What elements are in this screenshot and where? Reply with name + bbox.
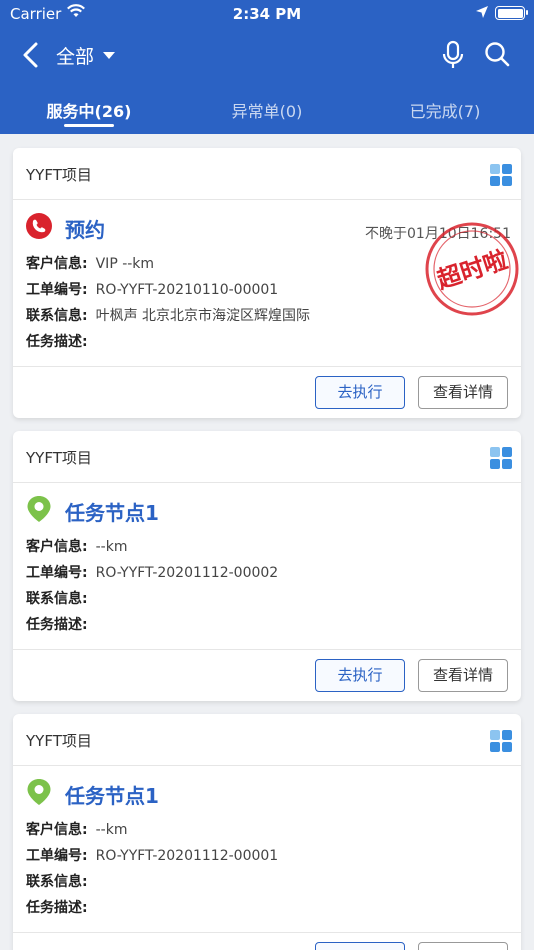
search-icon[interactable] bbox=[483, 40, 511, 70]
card-actions: 去执行 查看详情 bbox=[13, 366, 521, 418]
customer-info-row: 客户信息: --km bbox=[26, 819, 127, 839]
work-order-card[interactable]: YYFT项目 预约 不晚于01月10日16:51 超时啦 客户信息: VIP --… bbox=[13, 148, 521, 418]
card-actions: 去执行 查看详情 bbox=[13, 932, 521, 950]
caret-down-icon bbox=[103, 51, 116, 59]
tab-label: 异常单(0) bbox=[231, 102, 303, 121]
field-label: 客户信息: bbox=[26, 539, 88, 555]
customer-info: --km bbox=[95, 539, 128, 555]
description-row: 任务描述: bbox=[26, 614, 96, 634]
task-title: 任务节点1 bbox=[65, 501, 159, 525]
order-number-row: 工单编号: RO-YYFT-20210110-00001 bbox=[26, 279, 278, 299]
stamp-graphic: 超时啦 bbox=[425, 222, 519, 316]
field-label: 任务描述: bbox=[26, 617, 88, 633]
work-order-list[interactable]: YYFT项目 预约 不晚于01月10日16:51 超时啦 客户信息: VIP --… bbox=[0, 134, 534, 950]
project-name: YYFT项目 bbox=[26, 732, 92, 750]
battery-icon bbox=[495, 6, 528, 20]
field-label: 客户信息: bbox=[26, 822, 88, 838]
description-row: 任务描述: bbox=[26, 897, 96, 917]
order-number: RO-YYFT-20210110-00001 bbox=[95, 282, 279, 298]
tab-label: 已完成(7) bbox=[409, 102, 481, 121]
execute-button[interactable]: 去执行 bbox=[315, 659, 405, 692]
customer-info-row: 客户信息: --km bbox=[26, 536, 127, 556]
field-label: 联系信息: bbox=[26, 874, 88, 890]
contact-info-row: 联系信息: bbox=[26, 871, 96, 891]
view-details-button[interactable]: 查看详情 bbox=[418, 659, 508, 692]
project-name: YYFT项目 bbox=[26, 166, 92, 184]
location-pin-icon bbox=[27, 779, 51, 805]
project-name: YYFT项目 bbox=[26, 449, 92, 467]
field-label: 任务描述: bbox=[26, 334, 88, 350]
tab-completed[interactable]: 已完成(7) bbox=[356, 90, 534, 134]
contact-info: 叶枫声 北京北京市海淀区辉煌国际 bbox=[95, 308, 311, 324]
card-header: YYFT项目 bbox=[13, 714, 521, 766]
active-tab-indicator bbox=[64, 124, 114, 127]
location-pin-icon bbox=[27, 496, 51, 522]
view-details-button[interactable]: 查看详情 bbox=[418, 376, 508, 409]
order-number: RO-YYFT-20201112-00002 bbox=[95, 565, 279, 581]
task-title: 任务节点1 bbox=[65, 784, 159, 808]
field-label: 客户信息: bbox=[26, 256, 88, 272]
clock: 2:34 PM bbox=[232, 5, 302, 23]
order-number: RO-YYFT-20201112-00001 bbox=[95, 848, 279, 864]
execute-button[interactable]: 去执行 bbox=[315, 942, 405, 950]
grid-icon[interactable] bbox=[490, 447, 512, 469]
card-actions: 去执行 查看详情 bbox=[13, 649, 521, 701]
customer-info-row: 客户信息: VIP --km bbox=[26, 253, 154, 273]
tab-in-service[interactable]: 服务中(26) bbox=[0, 90, 178, 134]
status-bar: Carrier 2:34 PM bbox=[0, 0, 534, 28]
field-label: 工单编号: bbox=[26, 848, 88, 864]
overdue-stamp: 超时啦 bbox=[423, 220, 521, 318]
order-number-row: 工单编号: RO-YYFT-20201112-00001 bbox=[26, 845, 278, 865]
stamp-text: 超时啦 bbox=[434, 246, 511, 295]
back-icon[interactable] bbox=[18, 40, 46, 70]
contact-info-row: 联系信息: 叶枫声 北京北京市海淀区辉煌国际 bbox=[26, 305, 310, 325]
app-header: Carrier 2:34 PM 全部 服务中(26) 异常单(0) 已完成(7) bbox=[0, 0, 534, 134]
microphone-icon[interactable] bbox=[440, 40, 466, 70]
task-title: 预约 bbox=[65, 218, 105, 242]
field-label: 工单编号: bbox=[26, 282, 88, 298]
contact-info-row: 联系信息: bbox=[26, 588, 96, 608]
view-details-button[interactable]: 查看详情 bbox=[418, 942, 508, 950]
filter-label: 全部 bbox=[56, 46, 95, 68]
filter-dropdown[interactable]: 全部 bbox=[56, 42, 116, 69]
field-label: 联系信息: bbox=[26, 308, 88, 324]
order-number-row: 工单编号: RO-YYFT-20201112-00002 bbox=[26, 562, 278, 582]
grid-icon[interactable] bbox=[490, 730, 512, 752]
field-label: 任务描述: bbox=[26, 900, 88, 916]
status-tabs: 服务中(26) 异常单(0) 已完成(7) bbox=[0, 90, 534, 134]
phone-icon bbox=[26, 213, 52, 239]
description-row: 任务描述: bbox=[26, 331, 96, 351]
field-label: 工单编号: bbox=[26, 565, 88, 581]
execute-button[interactable]: 去执行 bbox=[315, 376, 405, 409]
card-header: YYFT项目 bbox=[13, 148, 521, 200]
location-arrow-icon bbox=[476, 6, 488, 18]
field-label: 联系信息: bbox=[26, 591, 88, 607]
customer-info: --km bbox=[95, 822, 128, 838]
tab-label: 服务中(26) bbox=[46, 102, 132, 121]
customer-info: VIP --km bbox=[95, 256, 155, 272]
tab-exception[interactable]: 异常单(0) bbox=[178, 90, 356, 134]
grid-icon[interactable] bbox=[490, 164, 512, 186]
card-header: YYFT项目 bbox=[13, 431, 521, 483]
work-order-card[interactable]: YYFT项目 任务节点1 客户信息: --km 工单编号: RO-YYFT-2020… bbox=[13, 714, 521, 950]
nav-bar: 全部 bbox=[0, 30, 534, 80]
work-order-card[interactable]: YYFT项目 任务节点1 客户信息: --km 工单编号: RO-YYFT-2020… bbox=[13, 431, 521, 701]
